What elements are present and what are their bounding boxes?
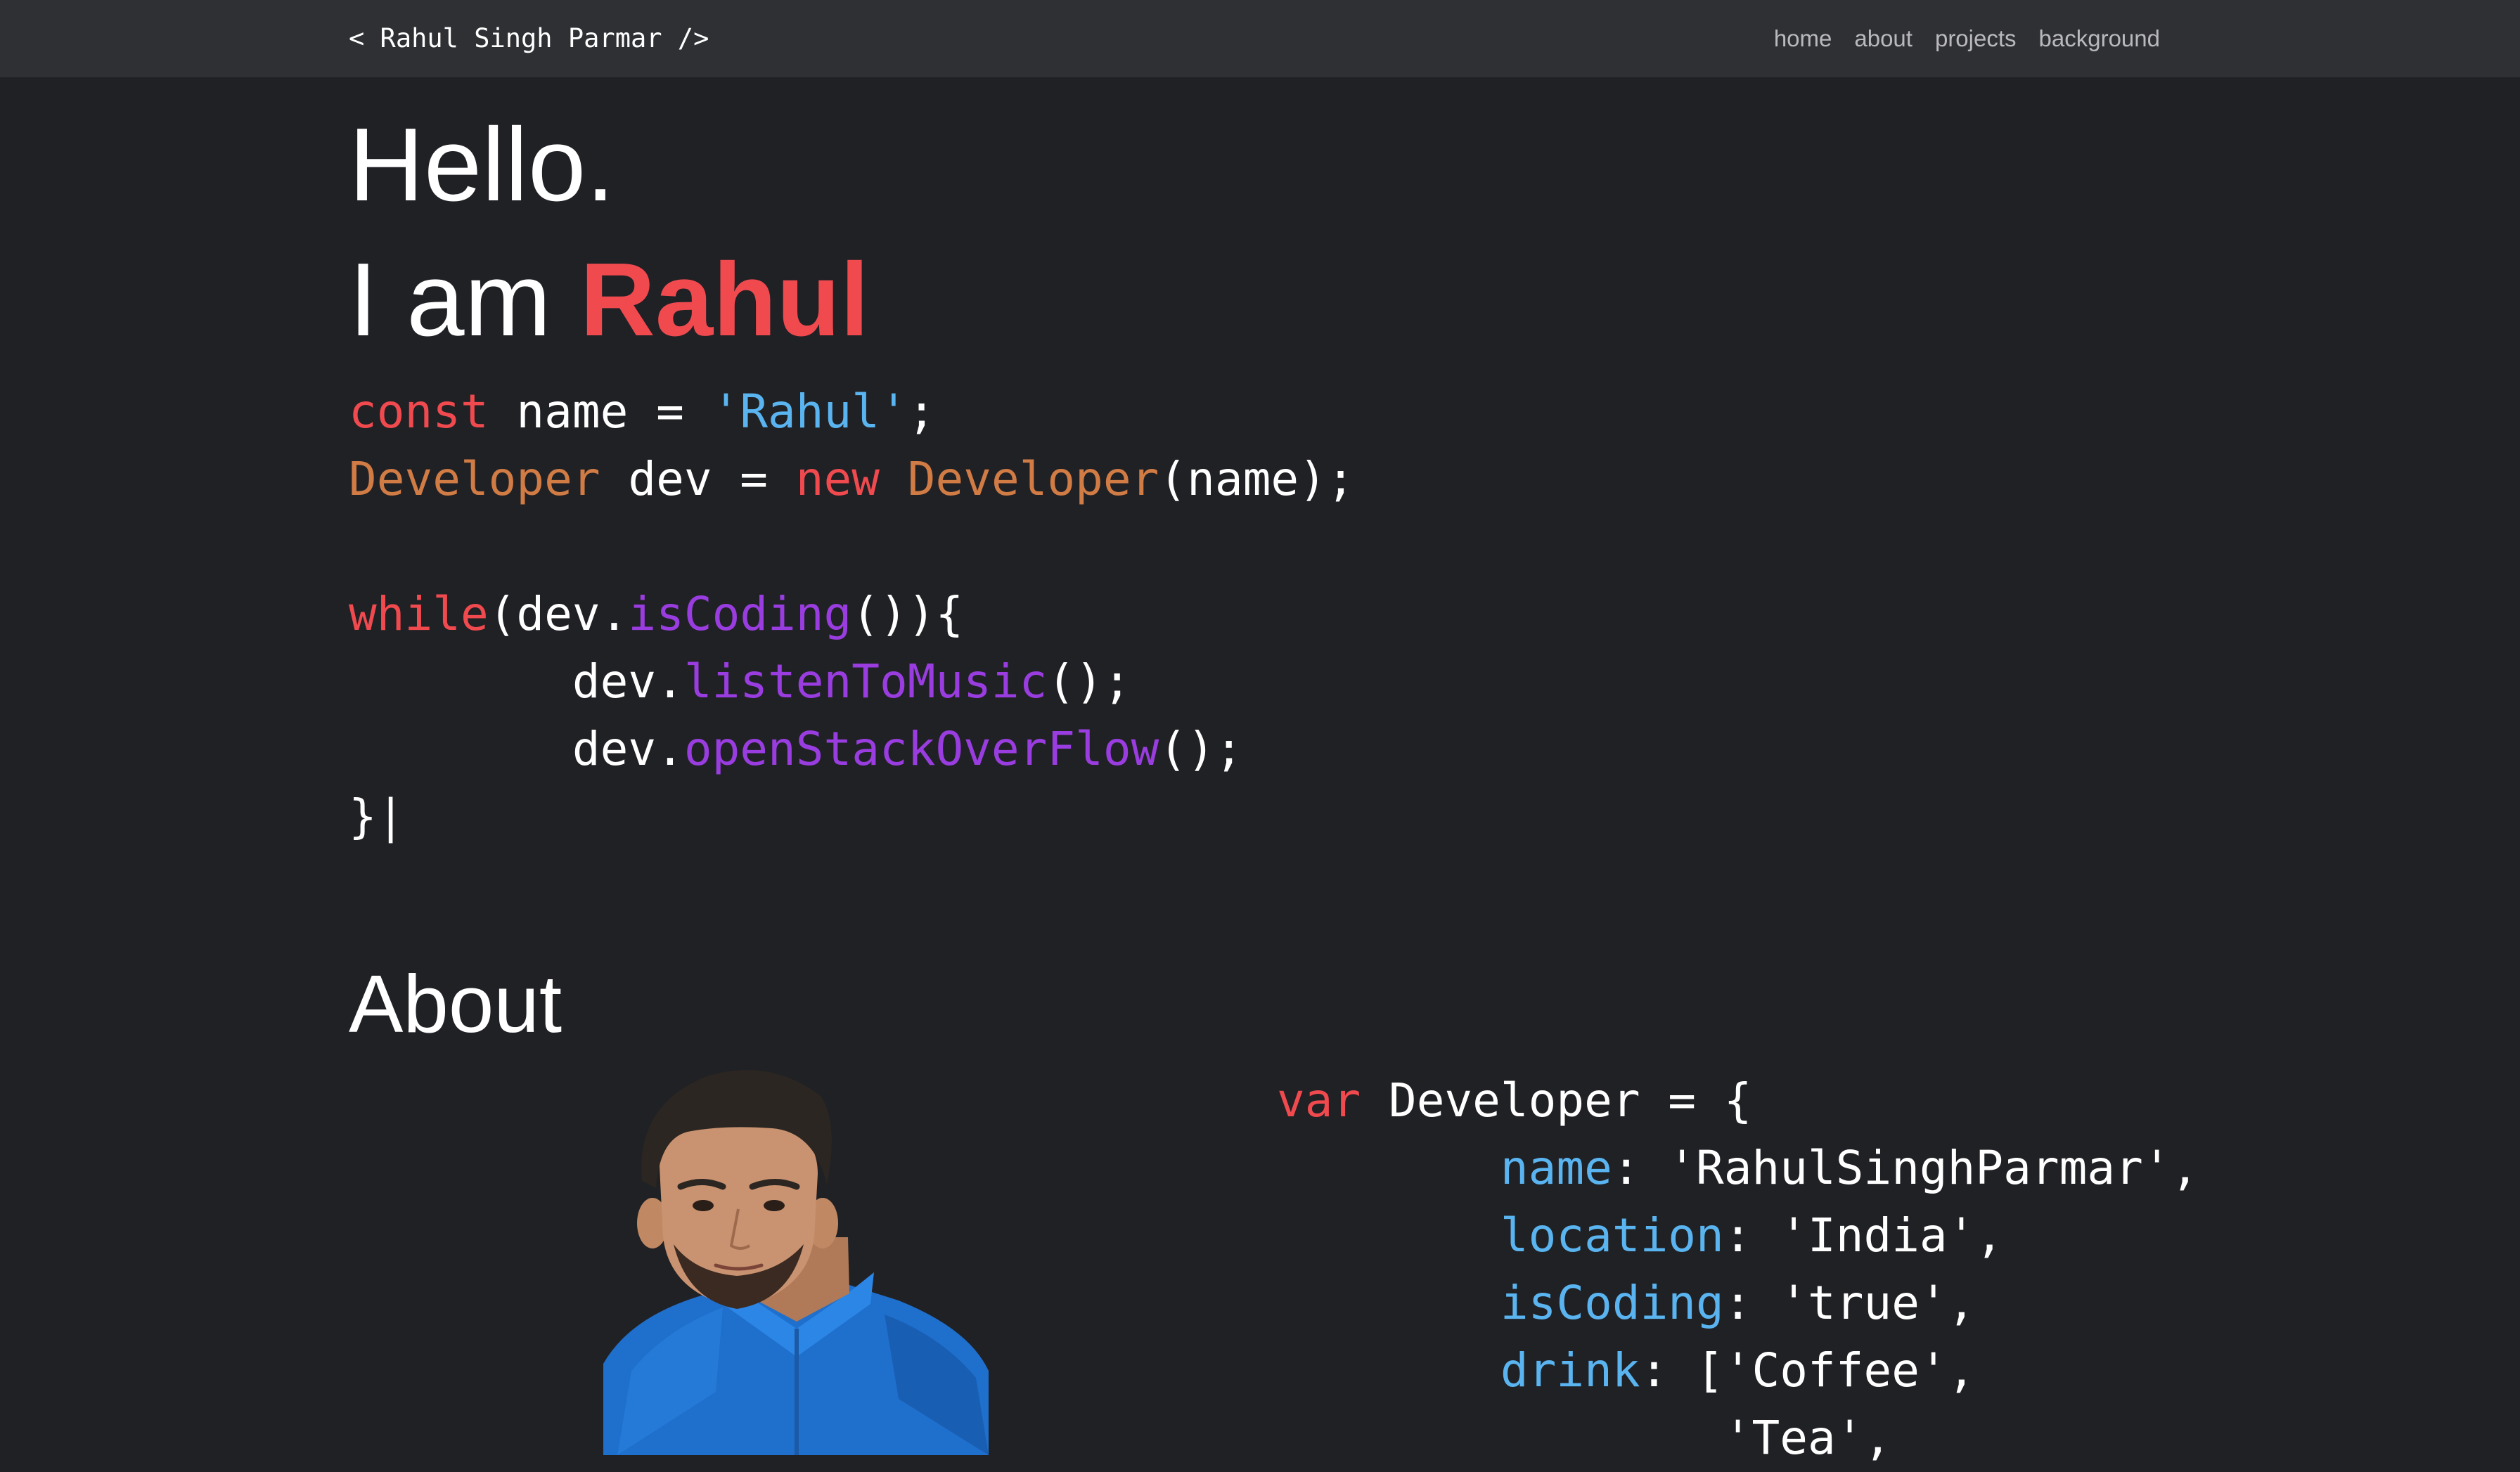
- code-text: ()){: [851, 587, 964, 641]
- code-keyword: new: [795, 452, 880, 506]
- code-text: ;: [907, 385, 936, 439]
- nav-link-projects[interactable]: projects: [1935, 21, 2017, 56]
- code-line: location: 'India',: [1277, 1202, 2199, 1270]
- code-line: drink: ['Coffee',: [1277, 1337, 2199, 1405]
- hero-intro: I am Rahul: [349, 240, 869, 360]
- code-line: dev.openStackOverFlow();: [349, 716, 1355, 783]
- code-text: : 'RahulSinghParmar',: [1612, 1141, 2199, 1195]
- profile-photo: [603, 1070, 989, 1455]
- about-title: About: [349, 958, 562, 1050]
- intro-code-block: const name = 'Rahul'; Developer dev = new…: [349, 378, 1355, 851]
- code-text: : ['Coffee',: [1640, 1343, 1976, 1397]
- code-keyword: var: [1277, 1073, 1361, 1128]
- code-text: (dev.: [488, 587, 629, 641]
- code-line: const name = 'Rahul';: [349, 378, 1355, 446]
- code-function: isCoding: [628, 587, 852, 641]
- code-keyword: while: [349, 587, 489, 641]
- code-line: Developer dev = new Developer(name);: [349, 446, 1355, 513]
- code-keyword: const: [349, 385, 489, 439]
- code-class: Developer: [349, 452, 600, 506]
- nav-links: home about projects background: [1774, 21, 2160, 56]
- code-class: Developer: [907, 452, 1159, 506]
- hero-intro-prefix: I am: [349, 242, 580, 358]
- code-text: ();: [1159, 722, 1243, 776]
- code-function: listenToMusic: [683, 654, 1048, 709]
- code-line: isCoding: 'true',: [1277, 1270, 2199, 1337]
- code-string: 'Rahul': [712, 385, 908, 439]
- code-line: }|: [349, 789, 405, 844]
- code-text: dev.: [349, 722, 684, 776]
- code-line: name: 'RahulSinghParmar',: [1277, 1135, 2199, 1202]
- code-line: var Developer = {: [1277, 1067, 2199, 1135]
- code-text: Developer = {: [1361, 1073, 1752, 1128]
- about-code-block: var Developer = { name: 'RahulSinghParma…: [1277, 1067, 2199, 1472]
- navbar: < Rahul Singh Parmar /> home about proje…: [0, 0, 2520, 77]
- hero-greeting: Hello.: [349, 107, 615, 223]
- code-text: dev.: [349, 654, 684, 709]
- code-function: openStackOverFlow: [683, 722, 1159, 776]
- nav-link-about[interactable]: about: [1854, 21, 1912, 56]
- code-property: location: [1500, 1208, 1724, 1263]
- code-text: name =: [488, 385, 712, 439]
- code-text: dev =: [600, 452, 796, 506]
- code-property: name: [1500, 1141, 1612, 1195]
- code-text: (name);: [1159, 452, 1355, 506]
- brand-logo[interactable]: < Rahul Singh Parmar />: [349, 20, 709, 58]
- nav-link-home[interactable]: home: [1774, 21, 1832, 56]
- hero-intro-name: Rahul: [579, 242, 870, 358]
- nav-link-background[interactable]: background: [2039, 21, 2160, 56]
- code-text: ();: [1047, 654, 1131, 709]
- code-line: while(dev.isCoding()){: [349, 581, 1355, 648]
- code-text: : 'true',: [1723, 1276, 1976, 1330]
- code-line: 'Tea',: [1277, 1411, 1892, 1465]
- code-text: : 'India',: [1723, 1208, 2004, 1263]
- code-property: isCoding: [1500, 1276, 1724, 1330]
- code-line: dev.listenToMusic();: [349, 648, 1355, 716]
- code-property: drink: [1500, 1343, 1640, 1397]
